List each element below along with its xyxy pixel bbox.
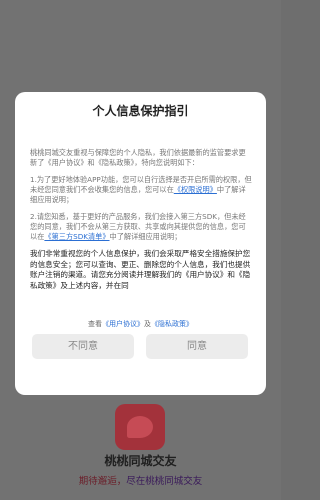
footer-and: 及 bbox=[144, 320, 151, 328]
intro-text: 桃桃同城交友重视与保障您的个人隐私，我们依据最新的监管要求更新了《用户协议》和《… bbox=[30, 148, 246, 167]
privacy-dialog: 个人信息保护指引 桃桃同城交友重视与保障您的个人隐私，我们依据最新的监管要求更新… bbox=[15, 92, 266, 395]
dialog-title: 个人信息保护指引 bbox=[92, 104, 189, 118]
third-party-sdk-list-link[interactable]: 《第三方SDK清单》 bbox=[44, 232, 109, 241]
item2-paragraph: 2.请您知悉，基于更好的产品服务，我们会接入第三方SDK，但未经您的同意，我们不… bbox=[30, 212, 252, 242]
notice-text: 我们非常重视您的个人信息保护，我们会采取严格安全措施保护您的信息安全；您可以查询… bbox=[30, 249, 251, 290]
permission-description-link[interactable]: 《权限说明》 bbox=[174, 185, 217, 194]
item2-tail: 中了解详细应用说明； bbox=[109, 232, 182, 241]
item1-paragraph: 1.为了更好地体验APP功能，您可以自行选择是否开启所需的权限，但未经您同意我们… bbox=[30, 175, 252, 205]
slogan-part1: 期待邂逅， bbox=[78, 476, 127, 487]
user-agreement-link[interactable]: 《用户协议》 bbox=[102, 320, 144, 328]
agree-button[interactable]: 同意 bbox=[146, 334, 248, 359]
footer-links: 查看《用户协议》及《隐私政策》 bbox=[15, 319, 266, 329]
slogan-part2: 尽在桃桃同城交友 bbox=[126, 476, 203, 487]
disagree-button[interactable]: 不同意 bbox=[32, 334, 134, 359]
app-logo-icon bbox=[115, 404, 165, 450]
slogan: 期待邂逅，尽在桃桃同城交友 bbox=[0, 473, 281, 487]
privacy-policy-link[interactable]: 《隐私政策》 bbox=[151, 320, 193, 328]
app-name: 桃桃同城交友 bbox=[104, 454, 177, 468]
footer-prefix: 查看 bbox=[88, 320, 102, 328]
heart-icon bbox=[127, 416, 153, 438]
